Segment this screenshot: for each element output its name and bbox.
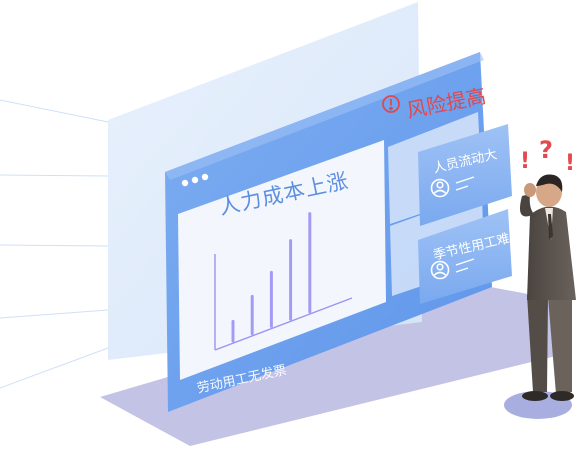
svg-text:!: !: [565, 151, 575, 176]
illustration: ! ? !: [0, 2, 576, 446]
svg-text:?: ?: [539, 136, 553, 164]
perspective-lines: [0, 99, 109, 389]
confused-man-icon: ! ? !: [504, 136, 576, 419]
svg-text:!: !: [520, 149, 530, 174]
